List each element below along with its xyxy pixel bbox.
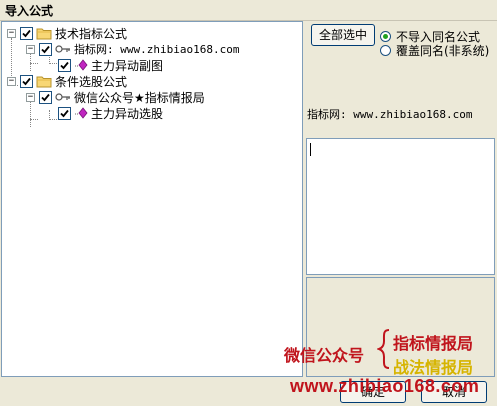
tree-node-label: 指标网: www.zhibiao168.com <box>74 43 240 56</box>
key-icon <box>55 45 70 53</box>
tree-connector <box>49 63 57 64</box>
tree-checkbox[interactable] <box>39 42 52 56</box>
tree-node-main-force-chart[interactable]: 主力异动副图 <box>58 57 163 73</box>
source-info-label: 指标网: www.zhibiao168.com <box>307 108 473 121</box>
tree-checkbox[interactable] <box>20 26 33 40</box>
gem-icon <box>75 107 88 119</box>
collapse-icon[interactable]: − <box>7 28 16 38</box>
tree-node-label: 主力异动副图 <box>91 58 164 73</box>
radio-button[interactable] <box>380 31 391 42</box>
gem-icon <box>75 59 88 71</box>
window-title: 导入公式 <box>5 4 54 18</box>
tree-connector <box>49 119 57 120</box>
watermark-wechat-text: 微信公众号 <box>284 346 365 365</box>
tree-node-label: 微信公众号★指标情报局 <box>74 90 205 105</box>
tree-node-label: 技术指标公式 <box>55 26 128 41</box>
tree-checkbox[interactable] <box>39 90 52 104</box>
description-textarea[interactable] <box>306 138 495 275</box>
title-bar: 导入公式 <box>0 0 497 21</box>
text-caret <box>310 143 311 156</box>
watermark-line-1: 指标情报局 <box>393 334 474 353</box>
tree-checkbox[interactable] <box>58 106 71 120</box>
select-all-button[interactable]: 全部选中 <box>311 24 375 46</box>
watermark-url: www.zhibiao168.com <box>290 376 480 396</box>
collapse-icon[interactable]: − <box>7 76 16 86</box>
tree-node-label: 主力异动选股 <box>91 106 164 121</box>
collapse-icon[interactable]: − <box>26 44 35 54</box>
collapse-icon[interactable]: − <box>26 92 35 102</box>
radio-label: 覆盖同名(非系统) <box>396 44 490 58</box>
tree-node-main-force-select[interactable]: 主力异动选股 <box>58 105 163 121</box>
checkmark-icon <box>22 29 31 37</box>
checkmark-icon <box>22 77 31 85</box>
checkmark-icon <box>60 109 69 117</box>
radio-selected-dot <box>383 34 388 39</box>
curly-brace-icon <box>377 329 390 369</box>
radio-overwrite-same-name[interactable]: 覆盖同名(非系统) <box>380 42 489 59</box>
folder-icon <box>36 76 52 87</box>
tree-node-wechat-account[interactable]: − 微信公众号★指标情报局 <box>26 89 205 105</box>
tree-connector <box>30 102 31 127</box>
tree-node-label: 条件选股公式 <box>55 74 128 89</box>
watermark-line-2: 战法情报局 <box>393 358 474 377</box>
tree-node-stock-selection[interactable]: − 条件选股公式 <box>7 73 127 89</box>
radio-button[interactable] <box>380 45 391 56</box>
checkmark-icon <box>41 93 50 101</box>
tree-checkbox[interactable] <box>20 74 33 88</box>
folder-icon <box>36 28 52 39</box>
tree-connector <box>30 63 38 64</box>
tree-connector <box>30 119 38 120</box>
tree-node-zhibiao-site[interactable]: − 指标网: www.zhibiao168.com <box>26 41 239 57</box>
key-icon <box>55 93 70 101</box>
checkmark-icon <box>60 61 69 69</box>
tree-checkbox[interactable] <box>58 58 71 72</box>
checkmark-icon <box>41 45 50 53</box>
formula-tree[interactable]: − 技术指标公式 − 指标网: www.zhibiao168.com 主力异动副… <box>1 21 303 377</box>
tree-node-tech-formulas[interactable]: − 技术指标公式 <box>7 25 127 41</box>
